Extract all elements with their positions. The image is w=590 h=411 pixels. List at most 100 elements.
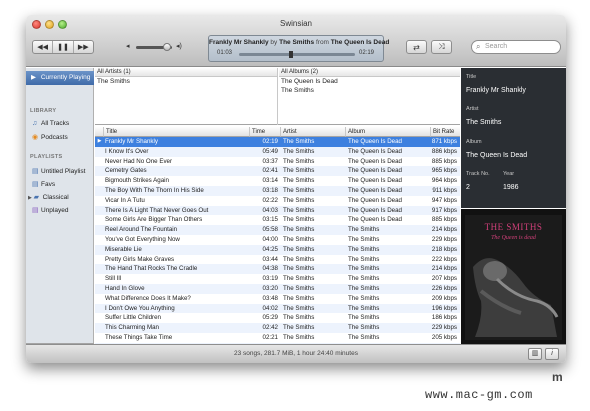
track-artist: The Smiths <box>283 147 315 155</box>
volume-control[interactable]: ◂ ◂) <box>126 43 184 52</box>
track-artist: The Smiths <box>283 304 315 312</box>
track-album: The Queen Is Dead <box>348 206 403 214</box>
sidebar-item-favs[interactable]: ▤ Favs <box>32 180 55 188</box>
table-row[interactable]: This Charming Man 02:42 The Smiths The Smit… <box>95 323 460 333</box>
sidebar-item-classical[interactable]: ▶ ▰ Classical <box>28 193 69 201</box>
info-title-value[interactable]: Frankly Mr Shankly <box>466 87 526 94</box>
track-title: I Know It's Over <box>105 147 149 155</box>
info-track-value[interactable]: 2 <box>466 184 470 191</box>
track-title: Bigmouth Strikes Again <box>105 177 169 185</box>
track-title: This Charming Man <box>105 324 159 332</box>
table-row[interactable]: I Don't Owe You Anything 04:02 The Smiths T… <box>95 303 460 314</box>
album-row[interactable]: The Smiths <box>279 86 460 95</box>
disclosure-triangle-icon[interactable]: ▶ <box>28 195 32 201</box>
table-row[interactable]: ▶ Frankly Mr Shankly 02:19 The Smiths The Qu… <box>95 137 460 147</box>
track-title: Suffer Little Children <box>105 314 161 322</box>
table-row[interactable]: Miserable Lie 04:25 The Smiths The Smiths 21… <box>95 244 460 255</box>
sidebar: ▶ Currently Playing LIBRARY ♫ All Tracks … <box>26 68 94 355</box>
track-album: The Queen Is Dead <box>348 147 403 155</box>
library-header: LIBRARY <box>30 108 57 114</box>
info-track-label: Track No. <box>466 171 490 177</box>
now-playing-text: Frankly Mr Shankly by The Smiths from Th… <box>209 39 390 46</box>
table-row[interactable]: Vicar In A Tutu 02:22 The Smiths The Queen … <box>95 196 460 206</box>
window-title: Swinsian <box>279 19 312 28</box>
previous-track-button[interactable]: ◀◀ <box>33 41 54 53</box>
album-artwork: THE SMITHS The Queen is dead <box>461 209 566 344</box>
table-row[interactable]: I Know It's Over 05:49 The Smiths The Queen… <box>95 146 460 157</box>
sidebar-item-podcasts[interactable]: ◉ Podcasts <box>32 133 68 141</box>
track-artist: The Smiths <box>283 255 315 263</box>
track-time: 03:37 <box>262 157 278 165</box>
info-year-value[interactable]: 1986 <box>503 184 519 191</box>
table-row[interactable]: Still Ill 03:19 The Smiths The Smiths 207 kb… <box>95 274 460 284</box>
table-row[interactable]: These Things Take Time 02:21 The Smiths The… <box>95 333 460 343</box>
track-bit-rate: 229 kbps <box>431 235 457 243</box>
track-bit-rate: 209 kbps <box>431 294 457 302</box>
table-row[interactable]: Cemetry Gates 02:41 The Smiths The Queen Is… <box>95 166 460 177</box>
track-artist: The Smiths <box>283 235 315 243</box>
next-track-button[interactable]: ▶▶ <box>74 41 93 53</box>
table-row[interactable]: There Is A Light That Never Goes Out 04:0… <box>95 205 460 216</box>
table-row[interactable]: The Hand That Rocks The Cradle 04:38 The S… <box>95 264 460 275</box>
column-header-time[interactable]: Time <box>250 127 281 137</box>
browser-view-button[interactable]: ▥ <box>528 348 542 360</box>
track-bit-rate: 917 kbps <box>431 206 457 214</box>
playlists-header: PLAYLISTS <box>30 154 63 160</box>
track-album: The Smiths <box>348 294 380 302</box>
info-album-value[interactable]: The Queen Is Dead <box>466 152 527 159</box>
table-row[interactable]: Hand In Glove 03:20 The Smiths The Smiths 22… <box>95 283 460 294</box>
track-artist: The Smiths <box>283 177 315 185</box>
track-title: These Things Take Time <box>105 333 173 341</box>
shuffle-button[interactable]: ⇄ <box>406 40 427 54</box>
repeat-button[interactable]: ⤨ <box>431 40 452 54</box>
volume-slider-knob[interactable] <box>163 43 171 51</box>
artists-column-header[interactable]: All Artists (1) <box>95 68 277 77</box>
info-panel-button[interactable]: i <box>545 348 559 360</box>
track-bit-rate: 964 kbps <box>431 177 457 185</box>
app-window: Swinsian ◀◀ ❚❚ ▶▶ ◂ ◂) Frankly Mr Shankl… <box>26 15 566 363</box>
track-bit-rate: 196 kbps <box>431 304 457 312</box>
progress-bar[interactable] <box>239 51 355 58</box>
pause-button[interactable]: ❚❚ <box>53 41 74 53</box>
track-bit-rate: 229 kbps <box>431 324 457 332</box>
column-header-bit-rate[interactable]: Bit Rate <box>431 127 460 137</box>
smart-playlist-icon: ▤ <box>32 207 39 214</box>
table-row[interactable]: You've Got Everything Now 04:00 The Smiths… <box>95 235 460 245</box>
table-row[interactable]: Reel Around The Fountain 05:58 The Smiths T… <box>95 225 460 235</box>
track-title: Hand In Glove <box>105 284 145 292</box>
track-bit-rate: 214 kbps <box>431 265 457 273</box>
table-row[interactable]: What Difference Does It Make? 03:48 The Sm… <box>95 294 460 304</box>
sidebar-item-unplayed[interactable]: ▤ Unplayed <box>32 206 68 214</box>
column-header-status[interactable] <box>95 127 104 137</box>
table-row[interactable]: Some Girls Are Bigger Than Others 03:15 Th… <box>95 215 460 225</box>
info-artist-value[interactable]: The Smiths <box>466 119 501 126</box>
albums-column-header[interactable]: All Albums (2) <box>279 68 460 77</box>
table-row[interactable]: Suffer Little Children 05:29 The Smiths The… <box>95 313 460 323</box>
table-row[interactable]: Never Had No One Ever 03:37 The Smiths The … <box>95 157 460 167</box>
track-time: 04:00 <box>262 235 278 243</box>
table-row[interactable]: Bigmouth Strikes Again 03:14 The Smiths The… <box>95 176 460 186</box>
column-header-artist[interactable]: Artist <box>281 127 346 137</box>
sidebar-item-currently-playing[interactable]: ▶ Currently Playing <box>26 71 94 85</box>
track-title: What Difference Does It Make? <box>105 294 191 302</box>
track-time: 05:49 <box>262 147 278 155</box>
track-time: 05:29 <box>262 314 278 322</box>
playhead[interactable] <box>289 51 293 58</box>
track-title: Vicar In A Tutu <box>105 196 145 204</box>
artist-row[interactable]: The Smiths <box>95 77 277 86</box>
sidebar-item-untitled-playlist[interactable]: ▤ Untitled Playlist <box>32 167 85 175</box>
info-album-label: Album <box>466 139 482 145</box>
album-row[interactable]: The Queen Is Dead <box>279 77 460 86</box>
column-header-album[interactable]: Album <box>346 127 431 137</box>
track-bit-rate: 218 kbps <box>431 245 457 253</box>
sidebar-item-all-tracks[interactable]: ♫ All Tracks <box>32 120 69 127</box>
table-row[interactable]: Pretty Girls Make Graves 03:44 The Smiths T… <box>95 255 460 265</box>
folder-icon: ▰ <box>33 194 40 201</box>
column-header-title[interactable]: Title <box>104 127 250 137</box>
info-title-label: Title <box>466 74 477 80</box>
search-input[interactable]: ⌕ Search <box>471 40 561 54</box>
track-album: The Queen Is Dead <box>348 177 403 185</box>
track-artist: The Smiths <box>283 324 315 332</box>
table-row[interactable]: The Boy With The Thorn In His Side 03:18 T… <box>95 185 460 196</box>
track-bit-rate: 947 kbps <box>431 196 457 204</box>
